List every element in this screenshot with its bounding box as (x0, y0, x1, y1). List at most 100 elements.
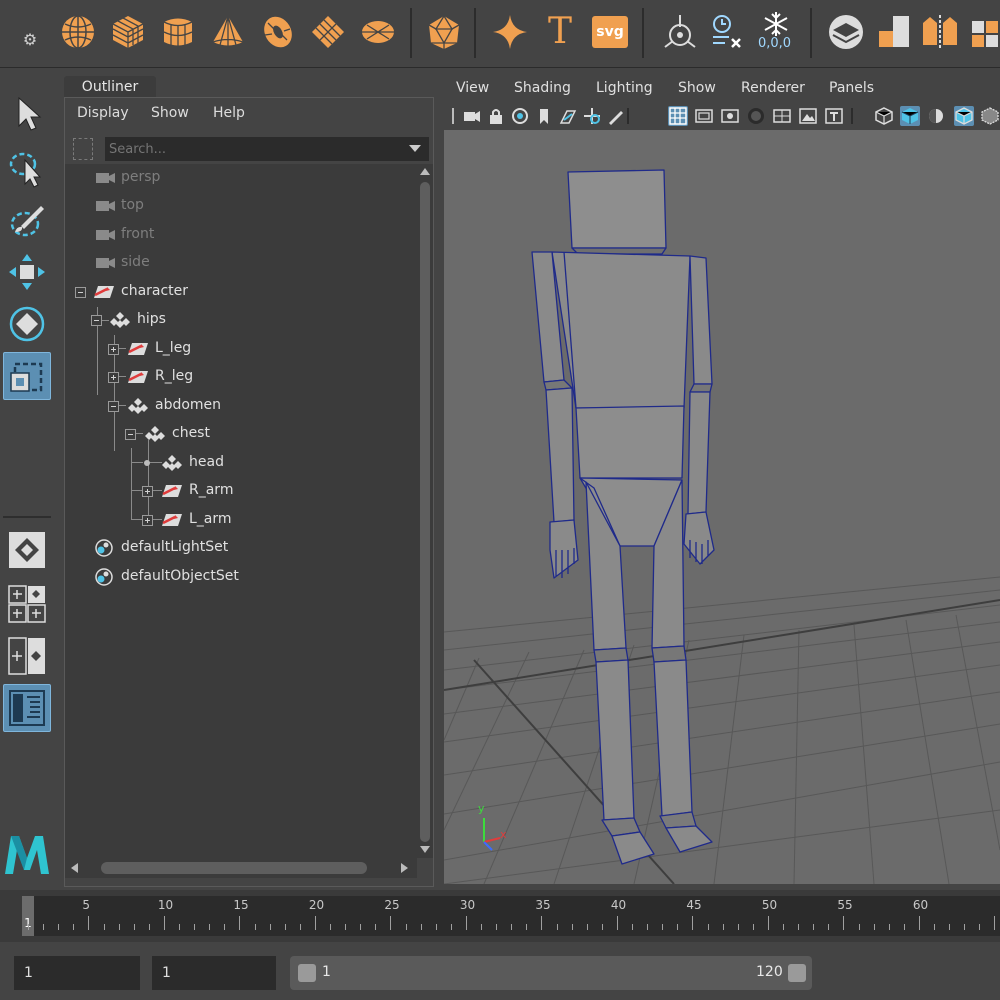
resolution-gate-icon[interactable] (720, 106, 740, 126)
image-plane-icon[interactable] (558, 106, 578, 126)
outliner-vertical-scrollbar[interactable] (417, 164, 433, 858)
paint-select-tool-button[interactable] (3, 196, 51, 244)
wireframe-on-shaded-icon[interactable] (954, 106, 974, 126)
menu-help[interactable]: Help (213, 105, 245, 121)
poly-sphere-button[interactable] (58, 10, 98, 54)
tiles-button[interactable] (874, 10, 914, 54)
split-button[interactable] (920, 10, 960, 54)
camera-attributes-icon[interactable] (510, 106, 530, 126)
search-dropdown-chevron-down-icon[interactable] (409, 145, 421, 152)
poly-cylinder-button[interactable] (158, 10, 198, 54)
extra-shelf-button[interactable] (968, 10, 1000, 54)
display-layer-button[interactable] (826, 10, 866, 54)
scroll-left-arrow-icon[interactable] (71, 863, 78, 873)
outliner-row-r-arm[interactable]: R_arm (65, 477, 417, 505)
scroll-right-arrow-icon[interactable] (401, 863, 408, 873)
current-frame-marker[interactable]: 1 (22, 896, 34, 936)
two-pane-layout-button[interactable] (3, 632, 51, 680)
svg-tool-button[interactable]: svg (590, 10, 630, 54)
scroll-down-arrow-icon[interactable] (420, 846, 430, 853)
lasso-tool-button[interactable] (3, 144, 51, 192)
collapse-toggle[interactable] (108, 401, 119, 412)
search-input[interactable] (105, 137, 429, 161)
menu-panels[interactable]: Panels (829, 80, 874, 96)
safe-action-icon[interactable] (798, 106, 818, 126)
shelf-settings-gear-icon[interactable]: ⚙ (16, 26, 44, 54)
time-slider[interactable]: 1 5 10 15 20 25 30 35 40 45 50 55 60 (0, 890, 1000, 942)
outliner-row-persp[interactable]: persp (65, 164, 417, 192)
grid-icon[interactable] (668, 106, 688, 126)
expand-toggle[interactable] (108, 344, 119, 355)
perspective-viewport[interactable]: y x (444, 130, 1000, 884)
menu-show[interactable]: Show (678, 80, 716, 96)
film-gate-icon[interactable] (694, 106, 714, 126)
platonic-solid-button[interactable] (424, 10, 464, 54)
menu-display[interactable]: Display (77, 105, 129, 121)
outliner-row-default-object-set[interactable]: defaultObjectSet (65, 563, 417, 591)
type-tool-button[interactable]: T (540, 10, 580, 54)
outliner-row-hips[interactable]: hips (65, 306, 417, 334)
xray-icon[interactable] (980, 106, 1000, 126)
menu-lighting[interactable]: Lighting (596, 80, 653, 96)
scroll-up-arrow-icon[interactable] (420, 168, 430, 175)
lock-camera-icon[interactable] (486, 106, 506, 126)
poly-cube-button[interactable] (108, 10, 148, 54)
gate-mask-icon[interactable] (746, 106, 766, 126)
menu-view[interactable]: View (456, 80, 489, 96)
outliner-row-l-leg[interactable]: L_leg (65, 335, 417, 363)
outliner-horizontal-scrollbar[interactable] (65, 858, 417, 878)
outliner-row-front[interactable]: front (65, 221, 417, 249)
expand-toggle[interactable] (142, 486, 153, 497)
menu-renderer[interactable]: Renderer (741, 80, 805, 96)
expand-toggle[interactable] (142, 515, 153, 526)
collapse-toggle[interactable] (75, 287, 86, 298)
grease-pencil-icon[interactable] (606, 106, 626, 126)
single-pane-layout-button[interactable] (3, 526, 51, 574)
range-end-handle[interactable] (788, 964, 806, 982)
range-start-handle[interactable] (298, 964, 316, 982)
select-camera-icon[interactable] (462, 106, 482, 126)
collapse-toggle[interactable] (91, 315, 102, 326)
wireframe-icon[interactable] (874, 106, 894, 126)
range-slider[interactable]: 1 120 (290, 956, 812, 990)
scroll-thumb[interactable] (420, 182, 430, 842)
bookmark-icon[interactable] (534, 106, 554, 126)
outliner-row-head[interactable]: head (65, 449, 417, 477)
scroll-thumb[interactable] (101, 862, 367, 874)
outliner-row-default-light-set[interactable]: defaultLightSet (65, 534, 417, 562)
rotate-tool-button[interactable] (3, 300, 51, 348)
poly-plane-button[interactable] (308, 10, 348, 54)
playback-start-field[interactable] (152, 956, 276, 990)
outliner-row-chest[interactable]: chest (65, 420, 417, 448)
menu-show[interactable]: Show (151, 105, 189, 121)
poly-cone-button[interactable] (208, 10, 248, 54)
menu-shading[interactable]: Shading (514, 80, 571, 96)
outliner-row-abdomen[interactable]: abdomen (65, 392, 417, 420)
move-tool-button[interactable] (3, 248, 51, 296)
animation-start-field[interactable] (14, 956, 140, 990)
outliner-tab[interactable]: Outliner (64, 76, 156, 98)
freeze-transform-button[interactable]: 0,0,0 (756, 10, 796, 54)
outliner-row-top[interactable]: top (65, 192, 417, 220)
clock-button[interactable] (706, 10, 746, 54)
four-pane-layout-button[interactable] (3, 580, 51, 628)
outliner-row-r-leg[interactable]: R_leg (65, 363, 417, 391)
poly-disc-button[interactable] (358, 10, 398, 54)
expand-toggle[interactable] (108, 372, 119, 383)
outliner-row-character[interactable]: character (65, 278, 417, 306)
safe-title-icon[interactable] (824, 106, 844, 126)
poly-torus-button[interactable] (258, 10, 298, 54)
default-lighting-icon[interactable] (926, 106, 946, 126)
smooth-shade-icon[interactable] (900, 106, 920, 126)
search-filter-icon[interactable] (73, 138, 93, 160)
pivot-button[interactable] (660, 10, 700, 54)
2d-pan-zoom-icon[interactable] (582, 106, 602, 126)
select-tool-button[interactable] (3, 90, 51, 138)
outliner-row-l-arm[interactable]: L_arm (65, 506, 417, 534)
field-chart-icon[interactable] (772, 106, 792, 126)
outliner-row-side[interactable]: side (65, 249, 417, 277)
outliner-layout-button[interactable] (3, 684, 51, 732)
scale-tool-button[interactable] (3, 352, 51, 400)
super-shape-button[interactable] (490, 10, 530, 54)
collapse-toggle[interactable] (125, 429, 136, 440)
